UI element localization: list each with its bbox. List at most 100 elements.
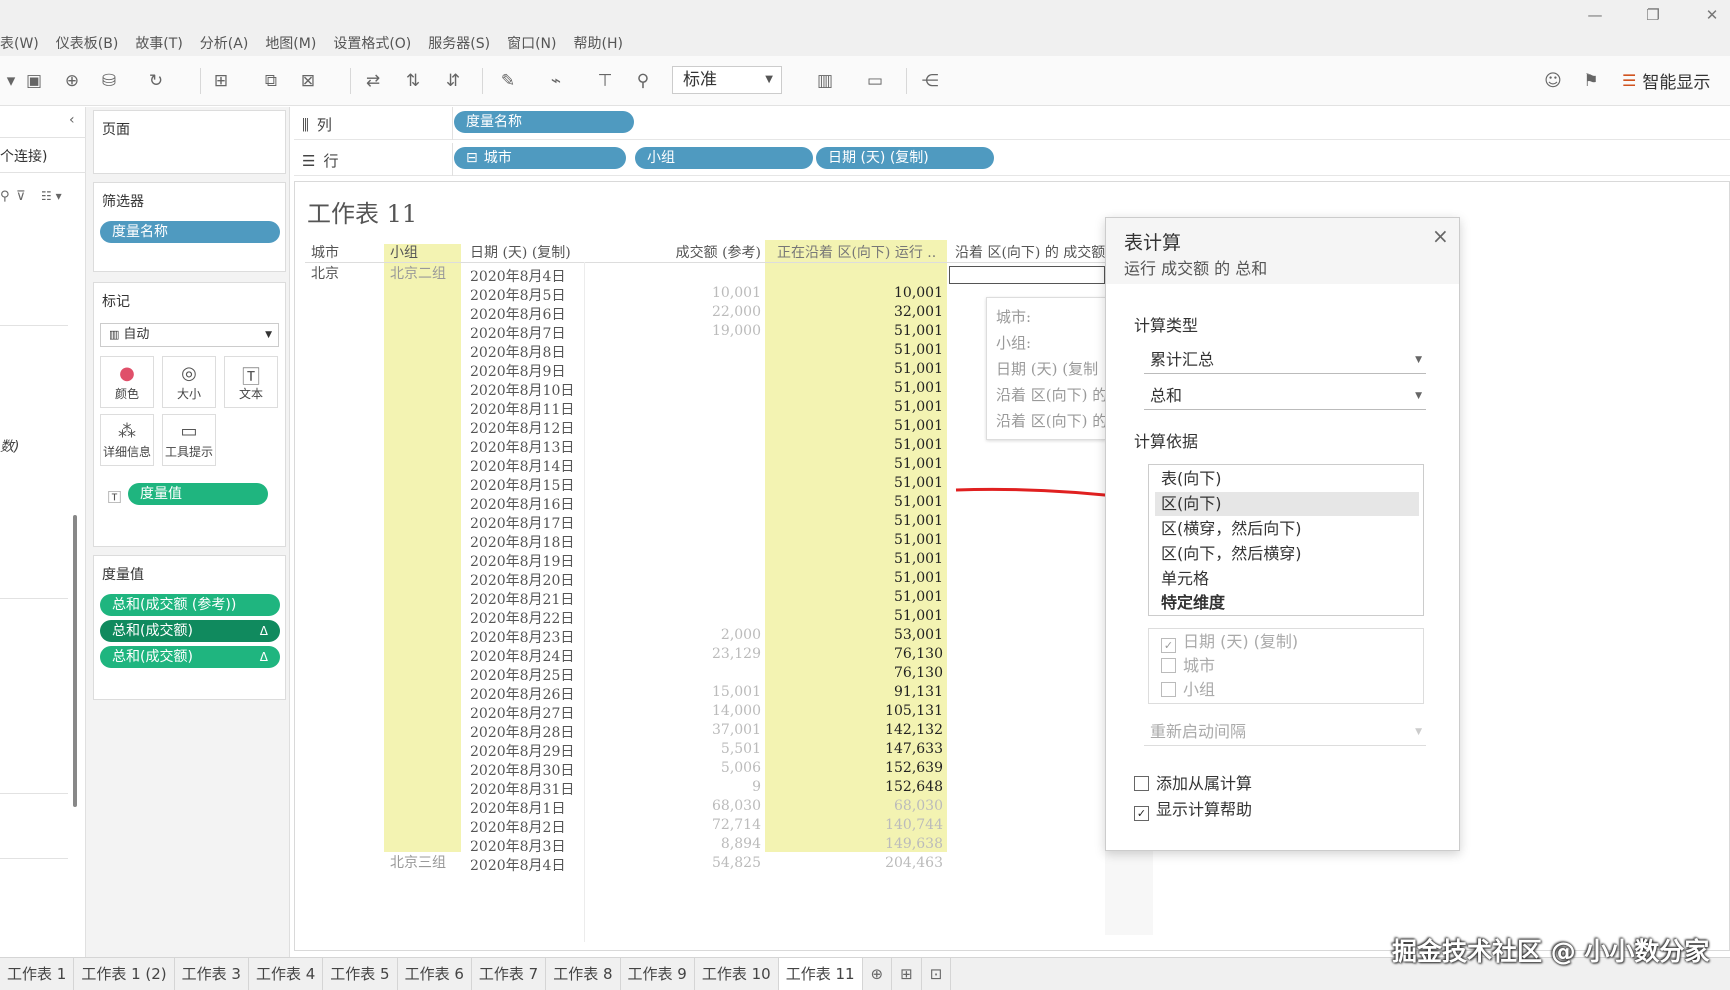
restart-every-select[interactable]: 重新启动间隔 ▼ [1144, 718, 1426, 746]
option-cell[interactable]: 单元格 [1155, 567, 1419, 591]
reference-value-cell[interactable]: 68,030 [585, 798, 761, 814]
show-help-checkbox[interactable]: ✓ 显示计算帮助 [1134, 796, 1252, 821]
calc-type-select[interactable]: 累计汇总 ▼ [1144, 346, 1426, 374]
running-total-cell[interactable]: 204,463 [770, 855, 943, 871]
running-total-cell[interactable]: 51,001 [770, 456, 943, 472]
tab-sheet-11[interactable]: 工作表 11 [778, 958, 863, 990]
menu-map[interactable]: 地图(M) [265, 33, 316, 53]
selected-cell[interactable] [949, 266, 1105, 284]
header-sales-along[interactable]: 沿着 区(向下) 的 成交额 [955, 242, 1105, 262]
swap-icon[interactable]: ⇄ [362, 70, 384, 92]
new-worksheet-icon[interactable]: ⊞ [210, 70, 232, 92]
running-total-cell[interactable]: 51,001 [770, 399, 943, 415]
new-datasource-icon[interactable]: ⊕ [61, 70, 83, 92]
reference-value-cell[interactable]: 5,501 [585, 741, 761, 757]
running-total-cell[interactable]: 51,001 [770, 418, 943, 434]
mark-pill-measure-values[interactable]: 度量值 [128, 483, 268, 505]
header-reference[interactable]: 成交额 (参考) [585, 242, 761, 262]
group-label-2[interactable]: 北京三组 [390, 852, 446, 872]
running-total-cell[interactable]: 142,132 [770, 722, 943, 738]
menu-worksheet[interactable]: 表(W) [0, 33, 39, 53]
reference-value-cell[interactable]: 5,006 [585, 760, 761, 776]
close-window-icon[interactable]: ✕ [1697, 4, 1727, 26]
add-secondary-checkbox[interactable]: 添加从属计算 [1134, 770, 1252, 794]
running-total-cell[interactable]: 51,001 [770, 608, 943, 624]
group-label-1[interactable]: 北京二组 [390, 263, 446, 283]
tab-sheet-8[interactable]: 工作表 8 [546, 958, 621, 990]
new-worksheet-tab-icon[interactable]: ⊕ [863, 958, 893, 990]
presentation-icon[interactable]: ▭ [864, 70, 886, 92]
header-date[interactable]: 日期 (天) (复制) [470, 242, 571, 262]
smart-show-button[interactable]: ☰ 智能显示 [1622, 66, 1710, 94]
date-cell[interactable]: 2020年8月4日 [470, 855, 565, 875]
date-cell[interactable]: 2020年8月28日 [470, 722, 574, 742]
mark-tooltip-button[interactable]: ▭ 工具提示 [162, 414, 216, 466]
option-pane-across-then-down[interactable]: 区(横穿，然后向下) [1155, 517, 1419, 541]
mark-color-button[interactable]: ● 颜色 [100, 356, 154, 408]
reference-value-cell[interactable]: 15,001 [585, 684, 761, 700]
field-partial[interactable]: 数) [0, 436, 19, 456]
running-total-cell[interactable]: 51,001 [770, 494, 943, 510]
running-total-cell[interactable]: 51,001 [770, 323, 943, 339]
date-cell[interactable]: 2020年8月16日 [470, 494, 574, 514]
pause-updates-icon[interactable]: ⛁ [98, 70, 120, 92]
sort-desc-icon[interactable]: ⇵ [442, 70, 464, 92]
reference-value-cell[interactable]: 23,129 [585, 646, 761, 662]
menu-dashboard[interactable]: 仪表板(B) [56, 33, 119, 53]
tab-sheet-4[interactable]: 工作表 4 [249, 958, 324, 990]
tab-sheet-3[interactable]: 工作表 3 [175, 958, 249, 990]
reference-value-cell[interactable]: 2,000 [585, 627, 761, 643]
running-total-cell[interactable]: 51,001 [770, 361, 943, 377]
date-cell[interactable]: 2020年8月19日 [470, 551, 574, 571]
date-cell[interactable]: 2020年8月21日 [470, 589, 574, 609]
date-cell[interactable]: 2020年8月22日 [470, 608, 574, 628]
tab-sheet-9[interactable]: 工作表 9 [621, 958, 695, 990]
running-total-cell[interactable]: 152,639 [770, 760, 943, 776]
running-total-cell[interactable]: 76,130 [770, 646, 943, 662]
rows-shelf[interactable]: ☰ 行 ⊟ 城市 小组 日期 (天) (复制) [294, 143, 1730, 176]
mark-size-button[interactable]: ◎ 大小 [162, 356, 216, 408]
row-pill-date[interactable]: 日期 (天) (复制) [816, 147, 994, 169]
date-cell[interactable]: 2020年8月20日 [470, 570, 574, 590]
tab-sheet-5[interactable]: 工作表 5 [323, 958, 398, 990]
clear-sheet-icon[interactable]: ⊠ [297, 70, 319, 92]
menu-server[interactable]: 服务器(S) [428, 33, 490, 53]
option-pane-down-then-across[interactable]: 区(向下，然后横穿) [1155, 542, 1419, 566]
date-cell[interactable]: 2020年8月15日 [470, 475, 574, 495]
option-pane-down[interactable]: 区(向下) [1155, 492, 1419, 516]
running-total-cell[interactable]: 51,001 [770, 532, 943, 548]
save-icon[interactable]: ▣ [23, 70, 45, 92]
date-cell[interactable]: 2020年8月23日 [470, 627, 574, 647]
date-cell[interactable]: 2020年8月31日 [470, 779, 574, 799]
mark-text-button[interactable]: 🅃 文本 [224, 356, 278, 408]
new-dashboard-tab-icon[interactable]: ⊞ [892, 958, 922, 990]
date-cell[interactable]: 2020年8月26日 [470, 684, 574, 704]
date-cell[interactable]: 2020年8月8日 [470, 342, 565, 362]
option-table-down[interactable]: 表(向下) [1155, 467, 1419, 491]
pin-icon[interactable]: ⚲ [632, 70, 654, 92]
header-group[interactable]: 小组 [390, 242, 418, 262]
measure-pill-reference[interactable]: 总和(成交额 (参考)) [100, 594, 280, 616]
date-cell[interactable]: 2020年8月5日 [470, 285, 565, 305]
share-icon[interactable]: ⋲ [919, 70, 941, 92]
running-total-cell[interactable]: 149,638 [770, 836, 943, 852]
filter-icon[interactable]: ⊽ [16, 189, 26, 204]
aggregation-select[interactable]: 总和 ▼ [1144, 382, 1426, 410]
header-running-total[interactable]: 正在沿着 区(向下) 运行 .. [777, 242, 945, 262]
date-cell[interactable]: 2020年8月9日 [470, 361, 565, 381]
column-pill-measure-names[interactable]: 度量名称 [454, 111, 634, 133]
date-cell[interactable]: 2020年8月27日 [470, 703, 574, 723]
pages-card[interactable]: 页面 [93, 110, 286, 174]
duplicate-icon[interactable]: ⧉ [260, 70, 282, 92]
tab-sheet-10[interactable]: 工作表 10 [695, 958, 779, 990]
connection-label[interactable]: 个连接) [0, 146, 47, 166]
running-total-cell[interactable]: 32,001 [770, 304, 943, 320]
running-total-cell[interactable]: 51,001 [770, 475, 943, 491]
running-total-cell[interactable]: 51,001 [770, 513, 943, 529]
running-total-cell[interactable]: 140,744 [770, 817, 943, 833]
row-pill-city[interactable]: ⊟ 城市 [454, 147, 626, 169]
reference-value-cell[interactable]: 8,894 [585, 836, 761, 852]
date-cell[interactable]: 2020年8月10日 [470, 380, 574, 400]
menu-window[interactable]: 窗口(N) [507, 33, 556, 53]
measure-pill-sales-1[interactable]: 总和(成交额) Δ [100, 620, 280, 642]
